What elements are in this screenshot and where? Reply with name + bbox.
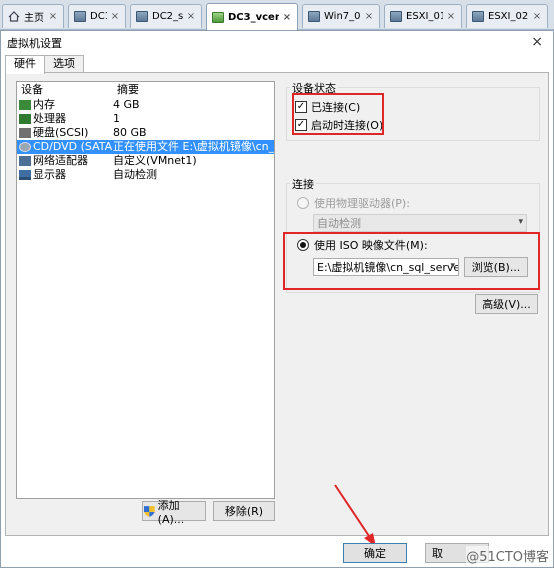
red-arrow-annotation bbox=[334, 484, 376, 547]
tab-label: ESXI_01 bbox=[406, 11, 443, 22]
device-row[interactable]: 网络适配器 自定义(VMnet1) bbox=[17, 154, 274, 168]
advanced-button[interactable]: 高级(V)... bbox=[475, 294, 538, 314]
tab-dc1[interactable]: DC1× bbox=[68, 4, 126, 28]
highlight-box-iso bbox=[283, 232, 540, 290]
device-name: 网络适配器 bbox=[33, 154, 88, 167]
device-summary: 1 bbox=[113, 112, 120, 125]
device-name: CD/DVD (SATA) bbox=[33, 140, 113, 153]
ok-label: 确定 bbox=[364, 547, 386, 560]
add-device-button[interactable]: 添加(A)... bbox=[142, 499, 206, 526]
device-row[interactable]: 处理器 1 bbox=[17, 112, 274, 126]
close-icon[interactable]: × bbox=[48, 11, 58, 22]
shield-icon bbox=[143, 505, 155, 517]
vm-icon bbox=[74, 11, 86, 22]
network-adapter-icon bbox=[19, 156, 31, 166]
device-row[interactable]: 硬盘(SCSI) 80 GB bbox=[17, 126, 274, 140]
watermark: @51CTO博客 bbox=[466, 546, 549, 565]
tab-label: DC3_vcenter bbox=[228, 12, 279, 23]
device-row[interactable]: CD/DVD (SATA) 正在使用文件 E:\虚拟机镜像\cn_... bbox=[17, 140, 274, 154]
close-icon[interactable]: × bbox=[446, 11, 456, 22]
device-name-cell: 网络适配器 bbox=[19, 154, 113, 168]
cd-dvd-icon bbox=[19, 142, 31, 152]
device-summary: 自定义(VMnet1) bbox=[113, 154, 197, 167]
tab-label: 主页 bbox=[24, 13, 44, 24]
vm-settings-dialog: 虚拟机设置 × 硬件 选项 设备 摘要 内存 4 GB 处理器 1 硬盘(SCSI) 80… bbox=[0, 30, 554, 568]
vm-icon bbox=[136, 11, 148, 22]
window-tab-strip: 主页×DC1×DC2_sql×DC3_vcenter×Win7_01×ESXI_… bbox=[0, 0, 554, 31]
physical-drive-select[interactable]: 自动检测 ▾ bbox=[313, 214, 527, 232]
dialog-tabs: 硬件 选项 bbox=[5, 55, 84, 74]
ok-button[interactable]: 确定 bbox=[343, 543, 407, 563]
device-summary: 正在使用文件 E:\虚拟机镜像\cn_... bbox=[113, 140, 274, 153]
dialog-title: 虚拟机设置 bbox=[7, 37, 62, 50]
cancel-label: 取 bbox=[432, 547, 443, 560]
tab--[interactable]: 主页 × bbox=[2, 4, 64, 28]
tab-dc2-sql[interactable]: DC2_sql× bbox=[130, 4, 202, 28]
device-name-cell: 处理器 bbox=[19, 112, 113, 126]
vm-running-icon bbox=[212, 12, 224, 23]
vm-icon bbox=[472, 11, 484, 22]
advanced-label: 高级(V)... bbox=[482, 298, 531, 311]
tab-label: ESXI_02 bbox=[488, 11, 529, 22]
tab-dc3-vcenter[interactable]: DC3_vcenter× bbox=[206, 3, 298, 31]
tab-label: Win7_01 bbox=[324, 11, 361, 22]
device-name-cell: 内存 bbox=[19, 98, 113, 112]
tab-esxi-01[interactable]: ESXI_01 × bbox=[384, 4, 462, 28]
close-icon[interactable]: × bbox=[282, 12, 292, 23]
home-icon bbox=[8, 11, 20, 22]
tab-options[interactable]: 选项 bbox=[44, 55, 84, 73]
device-list[interactable]: 设备 摘要 内存 4 GB 处理器 1 硬盘(SCSI) 80 GB CD/DVD (SAT… bbox=[16, 81, 275, 499]
device-name-cell: 显示器 bbox=[19, 168, 113, 182]
connection-title: 连接 bbox=[290, 176, 316, 192]
device-summary: 自动检测 bbox=[113, 168, 157, 181]
dialog-close-icon[interactable]: × bbox=[531, 34, 543, 50]
device-name: 处理器 bbox=[33, 112, 66, 125]
physical-drive-label: 使用物理驱动器(P): bbox=[314, 197, 410, 210]
close-icon[interactable]: × bbox=[364, 11, 374, 22]
display-icon bbox=[19, 170, 31, 180]
physical-drive-option[interactable]: 使用物理驱动器(P): bbox=[297, 195, 410, 211]
physical-drive-radio[interactable] bbox=[297, 197, 309, 209]
tab-hardware[interactable]: 硬件 bbox=[5, 55, 45, 74]
tab-esxi-02[interactable]: ESXI_02 × bbox=[466, 4, 548, 28]
remove-device-label: 移除(R) bbox=[224, 505, 264, 518]
device-name-cell: CD/DVD (SATA) bbox=[19, 140, 113, 154]
column-summary: 摘要 bbox=[117, 83, 139, 96]
physical-drive-value: 自动检测 bbox=[317, 217, 361, 230]
highlight-box-status bbox=[292, 93, 384, 135]
hardware-panel: 设备 摘要 内存 4 GB 处理器 1 硬盘(SCSI) 80 GB CD/DVD (SAT… bbox=[5, 72, 549, 536]
add-device-label: 添加(A)... bbox=[157, 498, 185, 526]
memory-icon bbox=[19, 100, 31, 110]
remove-device-button[interactable]: 移除(R) bbox=[213, 501, 275, 521]
device-row[interactable]: 内存 4 GB bbox=[17, 98, 274, 112]
close-icon[interactable]: × bbox=[186, 11, 196, 22]
close-icon[interactable]: × bbox=[110, 11, 120, 22]
device-summary: 80 GB bbox=[113, 126, 147, 139]
device-name: 内存 bbox=[33, 98, 55, 111]
dialog-titlebar: 虚拟机设置 × bbox=[1, 31, 553, 55]
device-name: 硬盘(SCSI) bbox=[33, 126, 89, 139]
cpu-icon bbox=[19, 114, 31, 124]
vm-icon bbox=[308, 11, 320, 22]
device-summary: 4 GB bbox=[113, 98, 140, 111]
tab-win7-01[interactable]: Win7_01× bbox=[302, 4, 380, 28]
vm-icon bbox=[390, 11, 402, 22]
hard-disk-icon bbox=[19, 128, 31, 138]
tab-label: DC1 bbox=[90, 11, 107, 22]
chevron-down-icon: ▾ bbox=[518, 217, 523, 227]
column-device: 设备 bbox=[21, 83, 43, 96]
close-icon[interactable]: × bbox=[532, 11, 542, 22]
device-name: 显示器 bbox=[33, 168, 66, 181]
device-name-cell: 硬盘(SCSI) bbox=[19, 126, 113, 140]
device-list-header: 设备 摘要 bbox=[17, 82, 274, 98]
tab-label: DC2_sql bbox=[152, 11, 183, 22]
device-row[interactable]: 显示器 自动检测 bbox=[17, 168, 274, 182]
